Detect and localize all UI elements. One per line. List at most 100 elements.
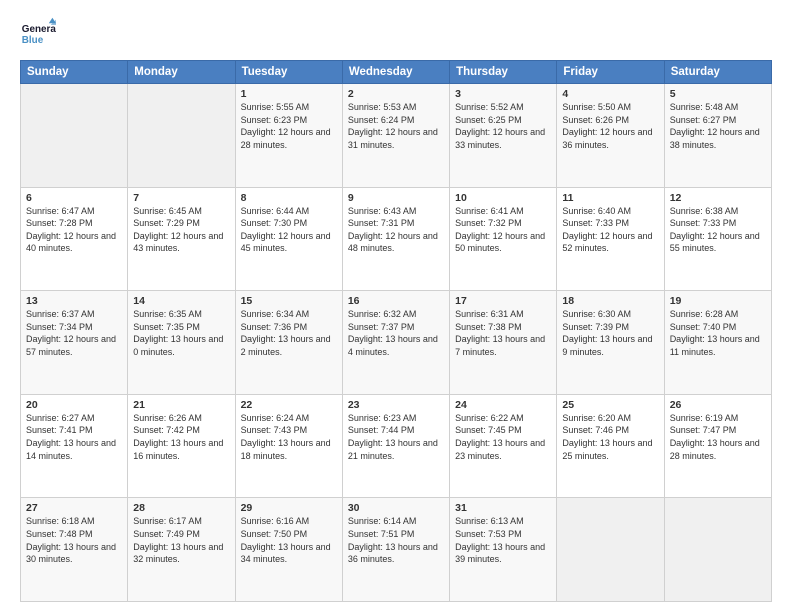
day-number: 26: [670, 399, 766, 411]
calendar-cell: 4Sunrise: 5:50 AM Sunset: 6:26 PM Daylig…: [557, 84, 664, 188]
day-number: 24: [455, 399, 551, 411]
day-info: Sunrise: 6:34 AM Sunset: 7:36 PM Dayligh…: [241, 308, 337, 358]
day-info: Sunrise: 6:18 AM Sunset: 7:48 PM Dayligh…: [26, 515, 122, 565]
calendar-cell: 21Sunrise: 6:26 AM Sunset: 7:42 PM Dayli…: [128, 394, 235, 498]
day-info: Sunrise: 5:55 AM Sunset: 6:23 PM Dayligh…: [241, 101, 337, 151]
week-row-1: 1Sunrise: 5:55 AM Sunset: 6:23 PM Daylig…: [21, 84, 772, 188]
day-info: Sunrise: 6:30 AM Sunset: 7:39 PM Dayligh…: [562, 308, 658, 358]
day-info: Sunrise: 6:31 AM Sunset: 7:38 PM Dayligh…: [455, 308, 551, 358]
calendar-cell: 8Sunrise: 6:44 AM Sunset: 7:30 PM Daylig…: [235, 187, 342, 291]
calendar-table: SundayMondayTuesdayWednesdayThursdayFrid…: [20, 60, 772, 602]
column-header-sunday: Sunday: [21, 61, 128, 84]
day-number: 30: [348, 502, 444, 514]
calendar-cell: 19Sunrise: 6:28 AM Sunset: 7:40 PM Dayli…: [664, 291, 771, 395]
day-info: Sunrise: 5:53 AM Sunset: 6:24 PM Dayligh…: [348, 101, 444, 151]
calendar-cell: 17Sunrise: 6:31 AM Sunset: 7:38 PM Dayli…: [450, 291, 557, 395]
day-info: Sunrise: 6:44 AM Sunset: 7:30 PM Dayligh…: [241, 205, 337, 255]
day-info: Sunrise: 6:13 AM Sunset: 7:53 PM Dayligh…: [455, 515, 551, 565]
calendar-cell: 25Sunrise: 6:20 AM Sunset: 7:46 PM Dayli…: [557, 394, 664, 498]
calendar-cell: 20Sunrise: 6:27 AM Sunset: 7:41 PM Dayli…: [21, 394, 128, 498]
calendar-cell: 24Sunrise: 6:22 AM Sunset: 7:45 PM Dayli…: [450, 394, 557, 498]
calendar-cell: 12Sunrise: 6:38 AM Sunset: 7:33 PM Dayli…: [664, 187, 771, 291]
calendar-cell: 29Sunrise: 6:16 AM Sunset: 7:50 PM Dayli…: [235, 498, 342, 602]
day-info: Sunrise: 6:26 AM Sunset: 7:42 PM Dayligh…: [133, 412, 229, 462]
day-info: Sunrise: 6:40 AM Sunset: 7:33 PM Dayligh…: [562, 205, 658, 255]
day-number: 10: [455, 192, 551, 204]
logo: General Blue: [20, 16, 56, 52]
calendar-cell: 27Sunrise: 6:18 AM Sunset: 7:48 PM Dayli…: [21, 498, 128, 602]
day-info: Sunrise: 6:32 AM Sunset: 7:37 PM Dayligh…: [348, 308, 444, 358]
calendar-cell: 22Sunrise: 6:24 AM Sunset: 7:43 PM Dayli…: [235, 394, 342, 498]
column-header-saturday: Saturday: [664, 61, 771, 84]
day-info: Sunrise: 6:45 AM Sunset: 7:29 PM Dayligh…: [133, 205, 229, 255]
week-row-4: 20Sunrise: 6:27 AM Sunset: 7:41 PM Dayli…: [21, 394, 772, 498]
page-header: General Blue: [20, 16, 772, 52]
column-header-wednesday: Wednesday: [342, 61, 449, 84]
day-number: 27: [26, 502, 122, 514]
day-number: 23: [348, 399, 444, 411]
day-number: 22: [241, 399, 337, 411]
day-info: Sunrise: 6:35 AM Sunset: 7:35 PM Dayligh…: [133, 308, 229, 358]
day-info: Sunrise: 6:27 AM Sunset: 7:41 PM Dayligh…: [26, 412, 122, 462]
day-info: Sunrise: 5:48 AM Sunset: 6:27 PM Dayligh…: [670, 101, 766, 151]
calendar-cell: 11Sunrise: 6:40 AM Sunset: 7:33 PM Dayli…: [557, 187, 664, 291]
day-number: 21: [133, 399, 229, 411]
day-number: 29: [241, 502, 337, 514]
day-info: Sunrise: 6:24 AM Sunset: 7:43 PM Dayligh…: [241, 412, 337, 462]
calendar-cell: 3Sunrise: 5:52 AM Sunset: 6:25 PM Daylig…: [450, 84, 557, 188]
day-number: 25: [562, 399, 658, 411]
calendar-cell: [21, 84, 128, 188]
calendar-cell: 6Sunrise: 6:47 AM Sunset: 7:28 PM Daylig…: [21, 187, 128, 291]
day-number: 5: [670, 88, 766, 100]
calendar-cell: 23Sunrise: 6:23 AM Sunset: 7:44 PM Dayli…: [342, 394, 449, 498]
day-info: Sunrise: 6:28 AM Sunset: 7:40 PM Dayligh…: [670, 308, 766, 358]
day-number: 20: [26, 399, 122, 411]
calendar-cell: 16Sunrise: 6:32 AM Sunset: 7:37 PM Dayli…: [342, 291, 449, 395]
calendar-cell: 7Sunrise: 6:45 AM Sunset: 7:29 PM Daylig…: [128, 187, 235, 291]
day-number: 8: [241, 192, 337, 204]
day-info: Sunrise: 6:43 AM Sunset: 7:31 PM Dayligh…: [348, 205, 444, 255]
day-info: Sunrise: 6:19 AM Sunset: 7:47 PM Dayligh…: [670, 412, 766, 462]
column-header-friday: Friday: [557, 61, 664, 84]
day-number: 31: [455, 502, 551, 514]
logo-icon: General Blue: [20, 16, 56, 52]
calendar-cell: 14Sunrise: 6:35 AM Sunset: 7:35 PM Dayli…: [128, 291, 235, 395]
day-info: Sunrise: 6:17 AM Sunset: 7:49 PM Dayligh…: [133, 515, 229, 565]
calendar-cell: 26Sunrise: 6:19 AM Sunset: 7:47 PM Dayli…: [664, 394, 771, 498]
day-number: 2: [348, 88, 444, 100]
day-info: Sunrise: 6:41 AM Sunset: 7:32 PM Dayligh…: [455, 205, 551, 255]
day-number: 12: [670, 192, 766, 204]
calendar-cell: 10Sunrise: 6:41 AM Sunset: 7:32 PM Dayli…: [450, 187, 557, 291]
calendar-cell: 1Sunrise: 5:55 AM Sunset: 6:23 PM Daylig…: [235, 84, 342, 188]
calendar-page: General Blue SundayMondayTuesdayWednesda…: [0, 0, 792, 612]
day-number: 4: [562, 88, 658, 100]
day-number: 16: [348, 295, 444, 307]
day-info: Sunrise: 6:22 AM Sunset: 7:45 PM Dayligh…: [455, 412, 551, 462]
day-number: 3: [455, 88, 551, 100]
days-header-row: SundayMondayTuesdayWednesdayThursdayFrid…: [21, 61, 772, 84]
calendar-cell: 18Sunrise: 6:30 AM Sunset: 7:39 PM Dayli…: [557, 291, 664, 395]
day-info: Sunrise: 6:38 AM Sunset: 7:33 PM Dayligh…: [670, 205, 766, 255]
column-header-tuesday: Tuesday: [235, 61, 342, 84]
day-info: Sunrise: 6:14 AM Sunset: 7:51 PM Dayligh…: [348, 515, 444, 565]
calendar-cell: 15Sunrise: 6:34 AM Sunset: 7:36 PM Dayli…: [235, 291, 342, 395]
calendar-cell: 9Sunrise: 6:43 AM Sunset: 7:31 PM Daylig…: [342, 187, 449, 291]
day-number: 18: [562, 295, 658, 307]
day-number: 19: [670, 295, 766, 307]
day-number: 1: [241, 88, 337, 100]
calendar-cell: 30Sunrise: 6:14 AM Sunset: 7:51 PM Dayli…: [342, 498, 449, 602]
day-number: 28: [133, 502, 229, 514]
day-number: 11: [562, 192, 658, 204]
day-info: Sunrise: 5:50 AM Sunset: 6:26 PM Dayligh…: [562, 101, 658, 151]
day-number: 15: [241, 295, 337, 307]
day-number: 9: [348, 192, 444, 204]
day-number: 14: [133, 295, 229, 307]
week-row-3: 13Sunrise: 6:37 AM Sunset: 7:34 PM Dayli…: [21, 291, 772, 395]
day-info: Sunrise: 6:47 AM Sunset: 7:28 PM Dayligh…: [26, 205, 122, 255]
day-info: Sunrise: 6:23 AM Sunset: 7:44 PM Dayligh…: [348, 412, 444, 462]
day-info: Sunrise: 6:20 AM Sunset: 7:46 PM Dayligh…: [562, 412, 658, 462]
calendar-cell: 5Sunrise: 5:48 AM Sunset: 6:27 PM Daylig…: [664, 84, 771, 188]
calendar-cell: 31Sunrise: 6:13 AM Sunset: 7:53 PM Dayli…: [450, 498, 557, 602]
day-info: Sunrise: 6:37 AM Sunset: 7:34 PM Dayligh…: [26, 308, 122, 358]
calendar-cell: [128, 84, 235, 188]
